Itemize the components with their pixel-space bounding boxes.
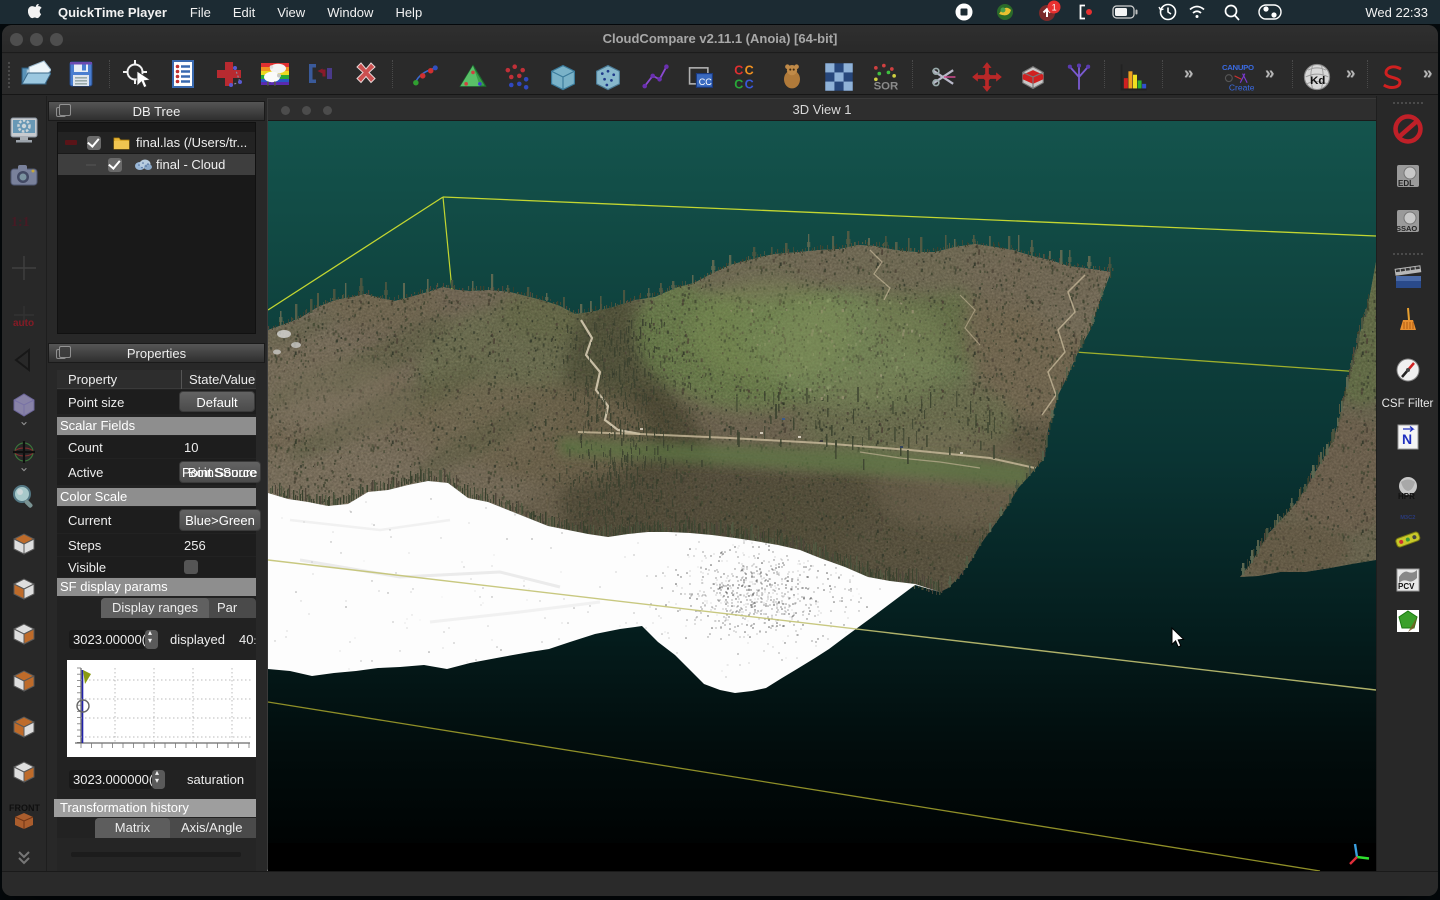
svg-text:CC: CC	[699, 77, 713, 87]
svg-text:auto: auto	[13, 318, 34, 329]
svg-text:EDL: EDL	[1398, 179, 1414, 188]
svg-text:FRONT: FRONT	[9, 803, 40, 813]
svg-text:SSAO: SSAO	[1396, 224, 1417, 233]
svg-text:C: C	[745, 64, 754, 78]
svg-text:C: C	[734, 77, 743, 91]
svg-text:C: C	[734, 64, 743, 78]
svg-text:C: C	[745, 77, 754, 91]
svg-text:SOR: SOR	[874, 81, 899, 93]
svg-text:1: 1	[1052, 2, 1057, 12]
svg-text:Kd: Kd	[1310, 75, 1325, 87]
svg-text:PCV: PCV	[1398, 582, 1415, 591]
svg-text:HPR: HPR	[1398, 492, 1415, 501]
svg-text:1:1: 1:1	[11, 215, 30, 230]
svg-text:CANUPO: CANUPO	[1222, 63, 1254, 72]
svg-text:N: N	[1402, 431, 1412, 447]
svg-text:M3C2: M3C2	[1400, 515, 1415, 521]
svg-text:Create: Create	[1229, 83, 1254, 93]
